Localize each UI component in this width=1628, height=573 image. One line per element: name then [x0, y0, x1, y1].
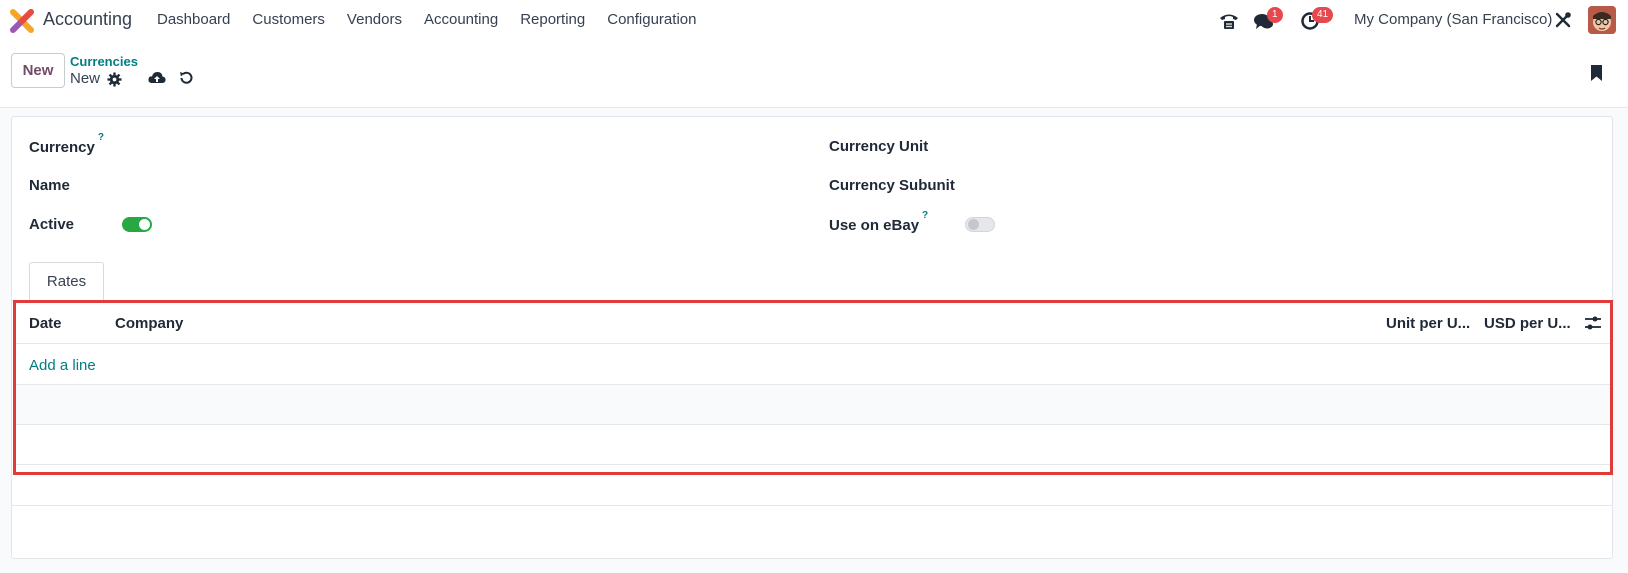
company-switcher[interactable]: My Company (San Francisco): [1354, 11, 1552, 28]
bookmark-icon[interactable]: [1589, 64, 1604, 82]
messages-badge: 1: [1267, 7, 1283, 23]
tab-rates[interactable]: Rates: [29, 262, 104, 301]
menu-item-dashboard[interactable]: Dashboard: [157, 11, 230, 28]
new-button[interactable]: New: [11, 53, 65, 88]
ebay-help-icon[interactable]: ?: [922, 210, 928, 221]
menu-item-vendors[interactable]: Vendors: [347, 11, 402, 28]
user-avatar-icon: [1588, 6, 1616, 34]
discard-changes-icon[interactable]: [178, 70, 194, 86]
phone-icon[interactable]: [1218, 10, 1240, 32]
active-label: Active: [29, 216, 75, 233]
menu-item-configuration[interactable]: Configuration: [607, 11, 696, 28]
menu-item-customers[interactable]: Customers: [252, 11, 325, 28]
user-avatar[interactable]: [1588, 6, 1616, 34]
rates-table-highlight: [13, 300, 1613, 475]
active-toggle[interactable]: [122, 217, 152, 232]
save-cloud-icon[interactable]: [148, 70, 166, 86]
gear-icon[interactable]: [107, 72, 122, 87]
breadcrumb-currencies[interactable]: Currencies: [70, 54, 138, 69]
use-on-ebay-toggle[interactable]: [965, 217, 995, 232]
currency-help-icon[interactable]: ?: [98, 132, 104, 143]
currency-subunit-label: Currency Subunit: [829, 177, 955, 194]
currency-unit-label: Currency Unit: [829, 138, 929, 155]
activities-badge: 41: [1312, 7, 1334, 23]
currency-label: Currency?: [29, 132, 104, 156]
record-name: New: [70, 70, 101, 87]
control-panel: New Currencies New: [0, 41, 1628, 108]
debug-tools-icon[interactable]: [1554, 11, 1572, 29]
app-logo-icon[interactable]: [10, 9, 34, 33]
top-navbar: Accounting Dashboard Customers Vendors A…: [0, 0, 1628, 41]
main-menu: Dashboard Customers Vendors Accounting R…: [157, 11, 718, 28]
menu-item-reporting[interactable]: Reporting: [520, 11, 585, 28]
name-label: Name: [29, 177, 70, 194]
sheet-footer-divider: [12, 505, 1613, 506]
app-name[interactable]: Accounting: [43, 9, 132, 30]
menu-item-accounting[interactable]: Accounting: [424, 11, 498, 28]
use-on-ebay-label: Use on eBay?: [829, 210, 929, 234]
